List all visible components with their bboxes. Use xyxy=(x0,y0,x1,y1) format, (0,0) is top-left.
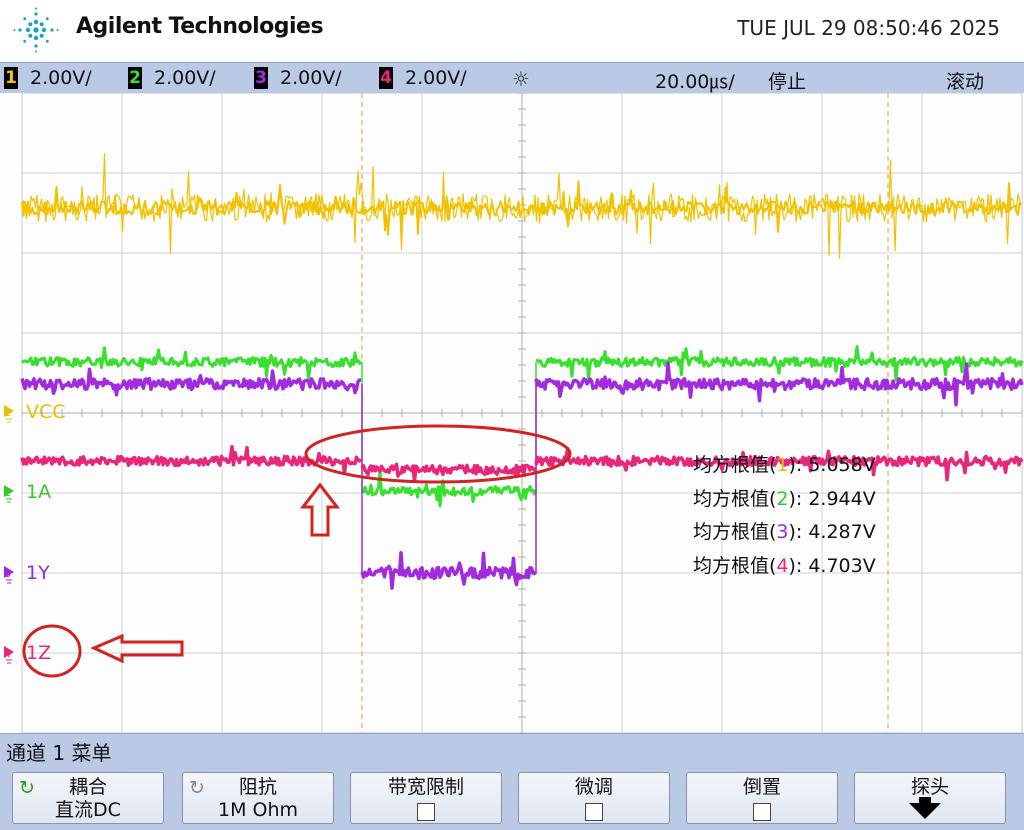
checkbox-icon[interactable] xyxy=(585,803,603,821)
brand-name: Agilent Technologies xyxy=(76,14,324,39)
invert-button[interactable]: 倒置 xyxy=(686,772,838,824)
channel-2-number: 2 xyxy=(128,67,142,89)
channel-2-marker: 2 xyxy=(4,486,11,499)
channel-2-name: 1A xyxy=(26,481,51,503)
channel-2-label[interactable]: 2 1A xyxy=(4,481,51,503)
fine-adjust-button[interactable]: 微调 xyxy=(518,772,670,824)
channel-3-label[interactable]: 3 1Y xyxy=(4,562,50,584)
channel-1-number: 1 xyxy=(4,67,18,89)
menu-title: 通道 1 菜单 xyxy=(6,741,112,765)
probe-button[interactable]: 探头 xyxy=(854,772,1006,824)
bandwidth-limit-label: 带宽限制 xyxy=(387,776,464,798)
softkey-menu: 通道 1 菜单 ↻ 耦合 直流DC ↻ 阻抗 1M Ohm 带宽限制 微调 倒置… xyxy=(0,733,1024,830)
coupling-value: 直流DC xyxy=(55,799,121,821)
bandwidth-limit-button[interactable]: 带宽限制 xyxy=(350,772,502,824)
acquisition-mode: 滚动 xyxy=(946,71,985,93)
channel-3-number: 3 xyxy=(254,67,268,89)
invert-label: 倒置 xyxy=(742,776,781,798)
channel-2-scale: 2.00V/ xyxy=(154,67,216,89)
channel-4-number: 4 xyxy=(379,67,393,89)
channel-4-name: 1Z xyxy=(26,642,51,664)
rms-measurement-2: 均方根值(2): 2.944V xyxy=(693,488,876,510)
impedance-button[interactable]: ↻ 阻抗 1M Ohm xyxy=(182,772,334,824)
channel-3-marker: 3 xyxy=(4,567,11,580)
checkbox-icon[interactable] xyxy=(753,803,771,821)
rms-measurement-1: 均方根值(1): 5.058V xyxy=(693,454,876,476)
date-time: TUE JUL 29 08:50:46 2025 xyxy=(737,16,1000,40)
channel-labels: 1 VCC 2 1A 3 1Y 4 1Z xyxy=(4,401,66,664)
checkbox-icon[interactable] xyxy=(417,803,435,821)
channel-4-marker: 4 xyxy=(4,647,11,660)
channel-4-setting[interactable]: 4 2.00V/ xyxy=(379,66,467,90)
channel-1-name: VCC xyxy=(26,401,66,423)
impedance-value: 1M Ohm xyxy=(217,799,299,821)
header: Agilent Technologies TUE JUL 29 08:50:46… xyxy=(0,0,1024,62)
run-state: 停止 xyxy=(768,71,807,93)
channel-1-setting[interactable]: 1 2.00V/ xyxy=(4,66,92,90)
channel-1-scale: 2.00V/ xyxy=(30,67,92,89)
coupling-button[interactable]: ↻ 耦合 直流DC xyxy=(12,772,164,824)
probe-label: 探头 xyxy=(910,776,949,798)
channel-1-label[interactable]: 1 VCC xyxy=(4,401,66,423)
channel-3-setting[interactable]: 3 2.00V/ xyxy=(254,66,342,90)
channel-4-scale: 2.00V/ xyxy=(405,67,467,89)
channel-3-trace xyxy=(360,551,538,590)
channel-2-setting[interactable]: 2 2.00V/ xyxy=(128,66,216,90)
timebase-setting[interactable]: 20.00㎲/ xyxy=(655,67,735,94)
trigger-icon[interactable]: ☼ xyxy=(512,67,530,91)
fine-adjust-label: 微调 xyxy=(574,776,613,798)
status-bar: 1 2.00V/ 2 2.00V/ 3 2.00V/ 4 2.00V/ ☼ 20… xyxy=(0,62,1024,94)
waveform-display[interactable]: 1 VCC 2 1A 3 1Y 4 1Z 均方根值(1): 5.058V 均方根… xyxy=(0,93,1024,733)
rms-measurement-4: 均方根值(4): 4.703V xyxy=(693,555,876,577)
channel-3-scale: 2.00V/ xyxy=(280,67,342,89)
rms-measurement-3: 均方根值(3): 4.287V xyxy=(693,521,876,543)
impedance-label: 阻抗 xyxy=(238,776,277,798)
channel-1-marker: 1 xyxy=(4,406,11,419)
measurement-readout: 均方根值(1): 5.058V 均方根值(2): 2.944V 均方根值(3): 4.… xyxy=(693,454,876,577)
channel-2-trace xyxy=(535,345,1024,382)
agilent-logo-icon xyxy=(13,7,59,53)
coupling-label: 耦合 xyxy=(68,776,107,798)
channel-2-trace xyxy=(20,346,363,381)
left-arrow-annotation xyxy=(90,633,184,664)
channel-3-name: 1Y xyxy=(26,562,50,584)
down-arrow-icon xyxy=(909,803,941,819)
